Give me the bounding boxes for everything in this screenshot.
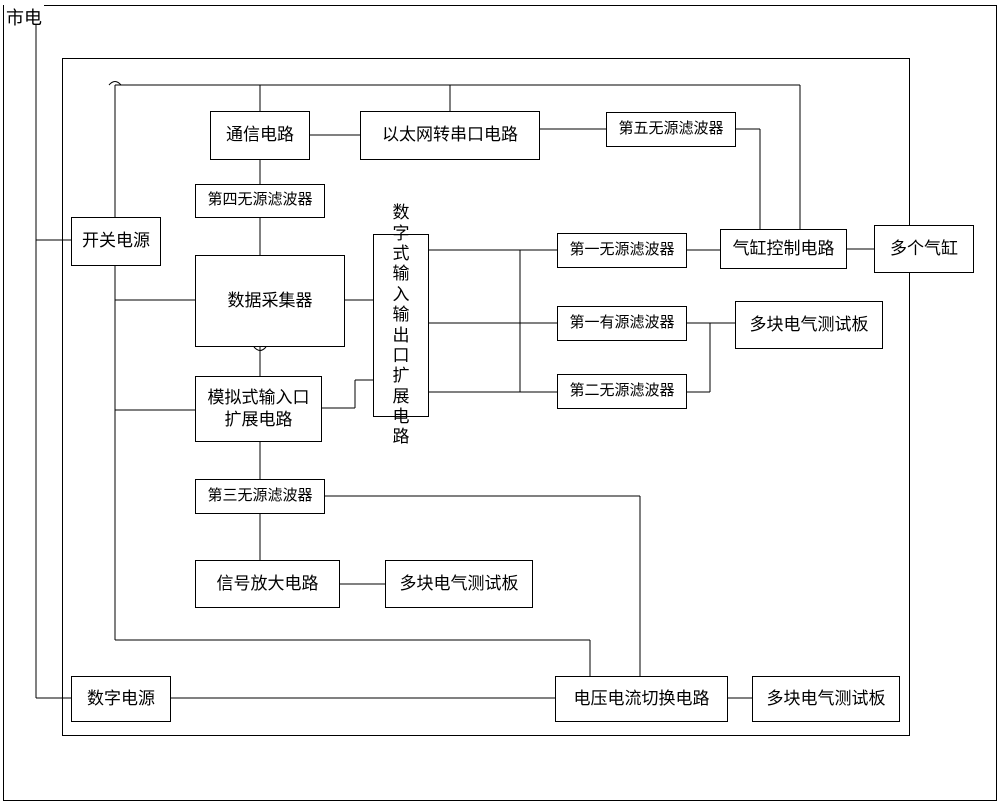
switch-power-box: 开关电源: [71, 217, 161, 266]
mains-power-label: 市电: [4, 4, 44, 30]
ethernet-serial-label: 以太网转串口电路: [382, 124, 518, 146]
signal-amp-box: 信号放大电路: [195, 560, 340, 608]
comm-circuit-label: 通信电路: [226, 124, 294, 146]
filter1-box: 第一无源滤波器: [557, 233, 687, 268]
active-filter1-box: 第一有源滤波器: [557, 306, 687, 341]
filter4-box: 第四无源滤波器: [195, 184, 325, 218]
multi-cylinder-box: 多个气缸: [874, 225, 974, 273]
analog-input-label: 模拟式输入口扩展电路: [204, 387, 313, 431]
test-board-bottom-box: 多块电气测试板: [752, 676, 900, 722]
test-board-mid-box: 多块电气测试板: [385, 560, 533, 608]
filter4-label: 第四无源滤波器: [207, 191, 312, 211]
digital-io-label: 数字式输入输出口扩展电路: [391, 203, 411, 448]
multi-cylinder-label: 多个气缸: [890, 238, 958, 260]
cylinder-control-label: 气缸控制电路: [733, 238, 835, 260]
data-collector-label: 数据采集器: [228, 290, 313, 312]
data-collector-box: 数据采集器: [195, 255, 345, 347]
active-filter1-label: 第一有源滤波器: [569, 314, 674, 334]
digital-power-label: 数字电源: [87, 688, 155, 710]
comm-circuit-box: 通信电路: [210, 111, 310, 160]
filter1-label: 第一无源滤波器: [569, 241, 674, 261]
filter3-label: 第三无源滤波器: [207, 487, 312, 507]
filter3-box: 第三无源滤波器: [195, 479, 325, 514]
switch-power-label: 开关电源: [82, 230, 150, 252]
test-board-mid-label: 多块电气测试板: [400, 573, 519, 595]
analog-input-box: 模拟式输入口扩展电路: [195, 376, 322, 442]
cylinder-control-box: 气缸控制电路: [720, 229, 847, 269]
filter5-label: 第五无源滤波器: [618, 120, 723, 140]
digital-power-box: 数字电源: [71, 676, 171, 722]
digital-io-box: 数字式输入输出口扩展电路: [373, 234, 429, 417]
signal-amp-label: 信号放大电路: [217, 573, 319, 595]
voltage-current-label: 电压电流切换电路: [574, 688, 710, 710]
test-board-bottom-label: 多块电气测试板: [767, 688, 886, 710]
filter2-box: 第二无源滤波器: [557, 374, 687, 409]
filter5-box: 第五无源滤波器: [606, 112, 736, 147]
test-board-right-box: 多块电气测试板: [735, 301, 883, 349]
filter2-label: 第二无源滤波器: [569, 382, 674, 402]
voltage-current-box: 电压电流切换电路: [555, 676, 728, 722]
test-board-right-label: 多块电气测试板: [750, 314, 869, 336]
ethernet-serial-box: 以太网转串口电路: [360, 111, 540, 160]
